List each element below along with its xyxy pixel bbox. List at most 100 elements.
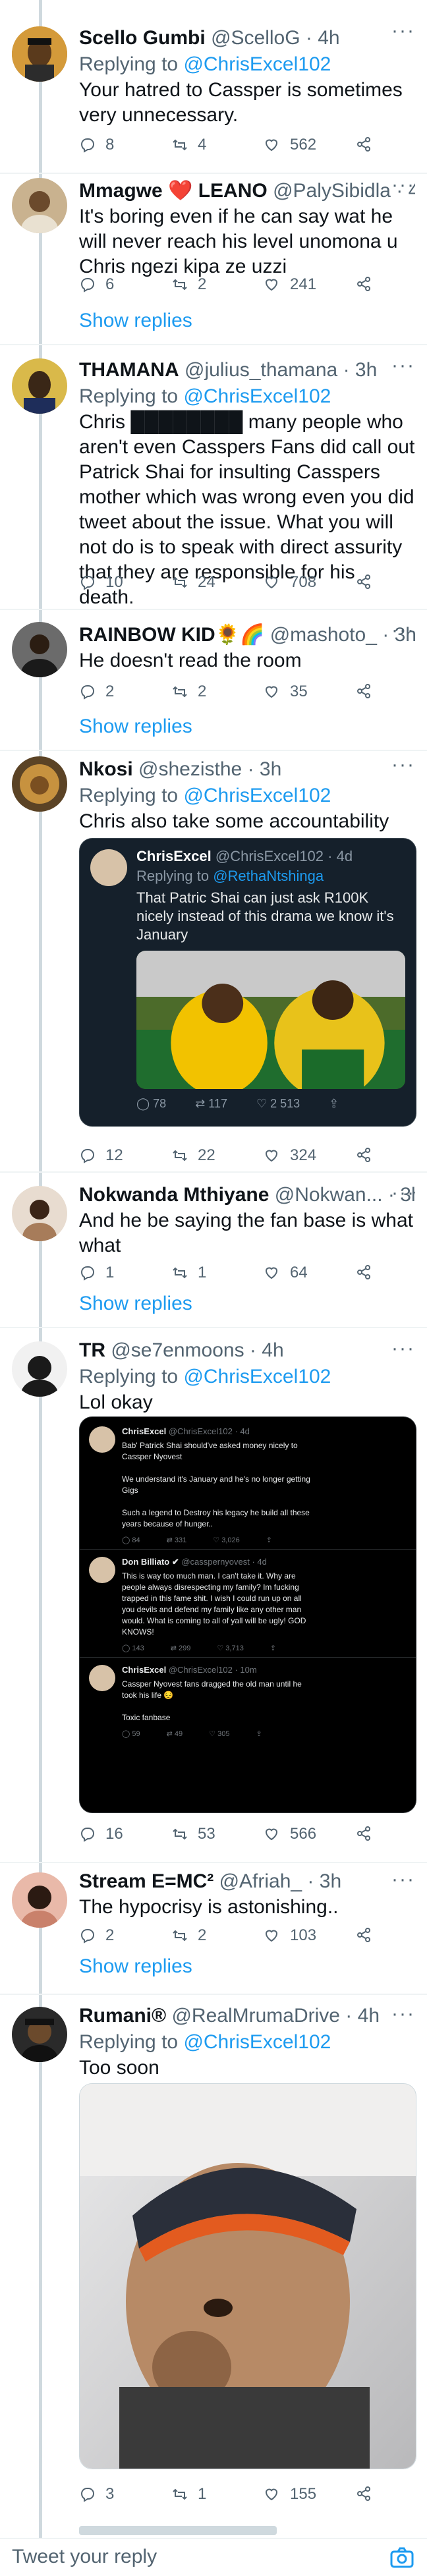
author-handle[interactable]: @mashoto_: [270, 624, 377, 646]
tweet-partial[interactable]: [0, 2523, 427, 2538]
tweet[interactable]: ··· Stream E=MC² @Afriah_ · 3h The hypoc…: [0, 1863, 427, 1992]
timestamp[interactable]: 4h: [318, 27, 339, 49]
author-handle[interactable]: @shezisthe: [138, 758, 242, 780]
retweet-button[interactable]: 1: [171, 2485, 264, 2504]
avatar[interactable]: [12, 358, 67, 414]
tweet[interactable]: ··· TR @se7enmoons · 4h Replying to @Chr…: [0, 1328, 427, 1861]
reply-button[interactable]: 12: [79, 1146, 171, 1165]
author-name[interactable]: Rumani®: [79, 2005, 166, 2027]
tweet[interactable]: ··· Mmagwe ❤️ LEANO @PalySibidla · 4h It…: [0, 174, 427, 344]
like-button[interactable]: 566: [264, 1825, 356, 1843]
author-name[interactable]: THAMANA: [79, 359, 179, 381]
reply-button[interactable]: 2: [79, 683, 171, 701]
retweet-button[interactable]: 24: [171, 573, 264, 592]
retweet-button[interactable]: 2: [171, 683, 264, 701]
reply-button[interactable]: 16: [79, 1825, 171, 1843]
timestamp[interactable]: 3h: [355, 359, 377, 381]
mention-link[interactable]: @ChrisExcel102: [183, 385, 331, 407]
share-button[interactable]: [356, 574, 373, 591]
tweet[interactable]: ··· Rumani® @RealMrumaDrive · 4h Replyin…: [0, 1995, 427, 2522]
mention-link[interactable]: @ChrisExcel102: [183, 2031, 331, 2053]
author-name[interactable]: TR: [79, 1339, 105, 1361]
mention-link[interactable]: @ChrisExcel102: [183, 1366, 331, 1387]
share-button[interactable]: [356, 136, 373, 154]
author-name[interactable]: Mmagwe ❤️ LEANO: [79, 180, 268, 202]
like-button[interactable]: 64: [264, 1264, 356, 1282]
timestamp[interactable]: 3h: [260, 758, 281, 780]
timestamp[interactable]: 3h: [320, 1870, 341, 1892]
tweet-photo[interactable]: [79, 2083, 416, 2469]
show-replies-link[interactable]: Show replies: [79, 1955, 192, 1978]
reply-button[interactable]: 8: [79, 136, 171, 154]
author-handle[interactable]: @PalySibidla: [273, 180, 391, 202]
show-replies-link[interactable]: Show replies: [79, 1293, 192, 1315]
author-name[interactable]: RAINBOW KID🌻🌈: [79, 624, 264, 646]
tweet[interactable]: ··· Nkosi @shezisthe · 3h Replying to @C…: [0, 751, 427, 1164]
like-button[interactable]: 324: [264, 1146, 356, 1165]
timestamp[interactable]: 4h: [262, 1339, 283, 1361]
like-button[interactable]: 103: [264, 1926, 356, 1945]
like-button[interactable]: 155: [264, 2485, 356, 2504]
retweet-button[interactable]: 53: [171, 1825, 264, 1843]
retweet-button[interactable]: 2: [171, 1926, 264, 1945]
share-button[interactable]: [356, 1927, 373, 1944]
share-button[interactable]: [356, 1147, 373, 1164]
retweet-button[interactable]: 22: [171, 1146, 264, 1165]
reply-button[interactable]: 1: [79, 1264, 171, 1282]
replying-to-label: Replying to: [79, 53, 179, 75]
avatar[interactable]: [12, 1186, 67, 1241]
tweet[interactable]: ··· Scello Gumbi @ScelloG · 4h Replying …: [0, 0, 427, 173]
show-replies-link[interactable]: Show replies: [79, 715, 192, 738]
show-replies-link[interactable]: Show replies: [79, 310, 192, 332]
camera-icon[interactable]: [389, 2544, 415, 2571]
avatar[interactable]: [12, 622, 67, 677]
share-button[interactable]: [356, 1826, 373, 1843]
author-handle[interactable]: @Afriah_: [219, 1870, 302, 1892]
author-name[interactable]: Stream E=MC²: [79, 1870, 214, 1892]
reply-button[interactable]: 10: [79, 573, 171, 592]
avatar[interactable]: [12, 756, 67, 812]
like-button[interactable]: 241: [264, 275, 356, 294]
share-button[interactable]: [356, 2486, 373, 2503]
reply-compose-bar[interactable]: Tweet your reply: [0, 2538, 427, 2576]
share-button[interactable]: [356, 1264, 373, 1281]
tweet[interactable]: ··· Nokwanda Mthiyane @Nokwan... · 3h An…: [0, 1173, 427, 1328]
avatar[interactable]: [12, 1872, 67, 1928]
like-button[interactable]: 708: [264, 573, 356, 592]
author-handle[interactable]: @ScelloG: [211, 27, 300, 49]
author-name[interactable]: Scello Gumbi: [79, 27, 206, 49]
retweet-button[interactable]: 1: [171, 1264, 264, 1282]
reply-button[interactable]: 3: [79, 2485, 171, 2504]
screenshot-image[interactable]: ChrisExcel @ChrisExcel102 · 4d Bab' Patri…: [79, 1416, 416, 1813]
share-button[interactable]: [356, 276, 373, 293]
timestamp[interactable]: 4h: [409, 180, 415, 202]
avatar[interactable]: [12, 26, 67, 82]
timestamp[interactable]: 4h: [358, 2005, 380, 2027]
like-button[interactable]: 35: [264, 683, 356, 701]
author-handle[interactable]: @julius_thamana: [185, 359, 337, 381]
avatar[interactable]: [12, 1341, 67, 1397]
avatar[interactable]: [12, 178, 67, 233]
reply-button[interactable]: 6: [79, 275, 171, 294]
author-handle[interactable]: @se7enmoons: [111, 1339, 244, 1361]
tweet[interactable]: ··· THAMANA @julius_thamana · 3h Replyin…: [0, 345, 427, 609]
author-name[interactable]: Nkosi: [79, 758, 133, 780]
avatar[interactable]: [12, 2007, 67, 2062]
mention-link[interactable]: @ChrisExcel102: [183, 53, 331, 75]
retweet-button[interactable]: 2: [171, 275, 264, 294]
mention-link[interactable]: @ChrisExcel102: [183, 785, 331, 806]
like-button[interactable]: 562: [264, 136, 356, 154]
timestamp[interactable]: 3h: [395, 624, 415, 646]
reply-input[interactable]: Tweet your reply: [12, 2546, 157, 2568]
heart-icon: [266, 686, 277, 698]
author-name[interactable]: Nokwanda Mthiyane: [79, 1184, 269, 1206]
timestamp[interactable]: 3h: [400, 1184, 415, 1206]
share-icon: [357, 1928, 370, 1942]
tweet[interactable]: ··· RAINBOW KID🌻🌈 @mashoto_ · 3h He does…: [0, 610, 427, 750]
share-button[interactable]: [356, 683, 373, 700]
quoted-tweet[interactable]: ChrisExcel @ChrisExcel102 · 4d Replying …: [79, 838, 416, 1127]
author-handle[interactable]: @Nokwan...: [275, 1184, 383, 1206]
reply-button[interactable]: 2: [79, 1926, 171, 1945]
author-handle[interactable]: @RealMrumaDrive: [171, 2005, 340, 2027]
retweet-button[interactable]: 4: [171, 136, 264, 154]
